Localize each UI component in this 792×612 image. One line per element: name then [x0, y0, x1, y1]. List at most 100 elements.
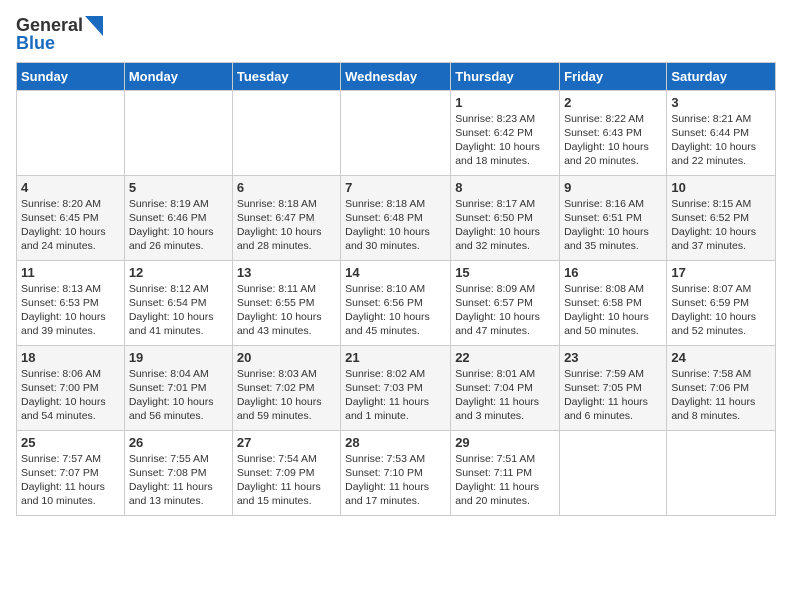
header-monday: Monday	[124, 62, 232, 90]
day-number: 12	[129, 265, 228, 280]
week-row-2: 11 Sunrise: 8:13 AM Sunset: 6:53 PM Dayli…	[17, 260, 776, 345]
day-info: Sunrise: 8:22 AM Sunset: 6:43 PM Dayligh…	[564, 112, 662, 169]
day-info: Sunrise: 8:11 AM Sunset: 6:55 PM Dayligh…	[237, 282, 336, 339]
day-number: 6	[237, 180, 336, 195]
day-info: Sunrise: 7:54 AM Sunset: 7:09 PM Dayligh…	[237, 452, 336, 509]
day-number: 13	[237, 265, 336, 280]
calendar-cell: 9Sunrise: 8:16 AM Sunset: 6:51 PM Daylig…	[560, 175, 667, 260]
day-info: Sunrise: 8:15 AM Sunset: 6:52 PM Dayligh…	[671, 197, 771, 254]
day-info: Sunrise: 8:18 AM Sunset: 6:48 PM Dayligh…	[345, 197, 446, 254]
day-number: 29	[455, 435, 555, 450]
week-row-3: 18 Sunrise: 8:06 AM Sunset: 7:00 PM Dayli…	[17, 345, 776, 430]
day-number: 17	[671, 265, 771, 280]
day-info: Sunrise: 7:51 AM Sunset: 7:11 PM Dayligh…	[455, 452, 555, 509]
day-number: 15	[455, 265, 555, 280]
day-number: 24	[671, 350, 771, 365]
day-info: Sunrise: 8:08 AM Sunset: 6:58 PM Dayligh…	[564, 282, 662, 339]
calendar-cell: 27 Sunrise: 7:54 AM Sunset: 7:09 PM Dayli…	[232, 430, 340, 515]
day-number: 11	[21, 265, 120, 280]
logo-arrow-icon	[85, 16, 103, 36]
calendar-cell	[667, 430, 776, 515]
day-info: Sunrise: 8:18 AM Sunset: 6:47 PM Dayligh…	[237, 197, 336, 254]
week-row-0: 1 Sunrise: 8:23 AM Sunset: 6:42 PM Daylig…	[17, 90, 776, 175]
calendar-cell	[560, 430, 667, 515]
day-info: Sunrise: 8:02 AM Sunset: 7:03 PM Dayligh…	[345, 367, 446, 424]
header: General Blue	[16, 16, 776, 54]
calendar-cell: 12 Sunrise: 8:12 AM Sunset: 6:54 PM Dayli…	[124, 260, 232, 345]
header-tuesday: Tuesday	[232, 62, 340, 90]
calendar-cell	[232, 90, 340, 175]
day-info: Sunrise: 8:20 AM Sunset: 6:45 PM Dayligh…	[21, 197, 120, 254]
day-number: 5	[129, 180, 228, 195]
day-info: Sunrise: 8:10 AM Sunset: 6:56 PM Dayligh…	[345, 282, 446, 339]
day-number: 8	[455, 180, 555, 195]
calendar-cell: 29 Sunrise: 7:51 AM Sunset: 7:11 PM Dayli…	[451, 430, 560, 515]
calendar-cell: 24Sunrise: 7:58 AM Sunset: 7:06 PM Dayli…	[667, 345, 776, 430]
header-friday: Friday	[560, 62, 667, 90]
calendar-cell: 6 Sunrise: 8:18 AM Sunset: 6:47 PM Daylig…	[232, 175, 340, 260]
calendar-header-row: SundayMondayTuesdayWednesdayThursdayFrid…	[17, 62, 776, 90]
calendar-cell: 17 Sunrise: 8:07 AM Sunset: 6:59 PM Dayli…	[667, 260, 776, 345]
day-number: 7	[345, 180, 446, 195]
header-saturday: Saturday	[667, 62, 776, 90]
day-info: Sunrise: 7:57 AM Sunset: 7:07 PM Dayligh…	[21, 452, 120, 509]
day-number: 16	[564, 265, 662, 280]
calendar-cell: 3 Sunrise: 8:21 AM Sunset: 6:44 PM Daylig…	[667, 90, 776, 175]
day-number: 18	[21, 350, 120, 365]
calendar-cell: 1 Sunrise: 8:23 AM Sunset: 6:42 PM Daylig…	[451, 90, 560, 175]
calendar-cell: 16 Sunrise: 8:08 AM Sunset: 6:58 PM Dayli…	[560, 260, 667, 345]
day-number: 9	[564, 180, 662, 195]
week-row-1: 4 Sunrise: 8:20 AM Sunset: 6:45 PM Daylig…	[17, 175, 776, 260]
day-info: Sunrise: 7:59 AM Sunset: 7:05 PM Dayligh…	[564, 367, 662, 424]
calendar-cell: 22 Sunrise: 8:01 AM Sunset: 7:04 PM Dayli…	[451, 345, 560, 430]
day-number: 22	[455, 350, 555, 365]
calendar-cell: 10Sunrise: 8:15 AM Sunset: 6:52 PM Dayli…	[667, 175, 776, 260]
day-info: Sunrise: 8:13 AM Sunset: 6:53 PM Dayligh…	[21, 282, 120, 339]
calendar-cell: 4 Sunrise: 8:20 AM Sunset: 6:45 PM Daylig…	[17, 175, 125, 260]
calendar-cell: 21 Sunrise: 8:02 AM Sunset: 7:03 PM Dayli…	[341, 345, 451, 430]
day-info: Sunrise: 8:17 AM Sunset: 6:50 PM Dayligh…	[455, 197, 555, 254]
day-info: Sunrise: 8:01 AM Sunset: 7:04 PM Dayligh…	[455, 367, 555, 424]
day-info: Sunrise: 8:07 AM Sunset: 6:59 PM Dayligh…	[671, 282, 771, 339]
calendar-cell: 7 Sunrise: 8:18 AM Sunset: 6:48 PM Daylig…	[341, 175, 451, 260]
calendar-cell: 15 Sunrise: 8:09 AM Sunset: 6:57 PM Dayli…	[451, 260, 560, 345]
calendar-cell	[124, 90, 232, 175]
day-number: 14	[345, 265, 446, 280]
day-info: Sunrise: 8:12 AM Sunset: 6:54 PM Dayligh…	[129, 282, 228, 339]
calendar-cell: 5 Sunrise: 8:19 AM Sunset: 6:46 PM Daylig…	[124, 175, 232, 260]
day-number: 3	[671, 95, 771, 110]
calendar-cell: 25 Sunrise: 7:57 AM Sunset: 7:07 PM Dayli…	[17, 430, 125, 515]
day-number: 25	[21, 435, 120, 450]
logo: General Blue	[16, 16, 103, 54]
day-info: Sunrise: 8:09 AM Sunset: 6:57 PM Dayligh…	[455, 282, 555, 339]
calendar-cell: 20Sunrise: 8:03 AM Sunset: 7:02 PM Dayli…	[232, 345, 340, 430]
calendar-cell: 14 Sunrise: 8:10 AM Sunset: 6:56 PM Dayli…	[341, 260, 451, 345]
day-info: Sunrise: 8:21 AM Sunset: 6:44 PM Dayligh…	[671, 112, 771, 169]
calendar-cell: 28 Sunrise: 7:53 AM Sunset: 7:10 PM Dayli…	[341, 430, 451, 515]
header-sunday: Sunday	[17, 62, 125, 90]
day-info: Sunrise: 8:03 AM Sunset: 7:02 PM Dayligh…	[237, 367, 336, 424]
day-info: Sunrise: 7:53 AM Sunset: 7:10 PM Dayligh…	[345, 452, 446, 509]
calendar-cell: 19Sunrise: 8:04 AM Sunset: 7:01 PM Dayli…	[124, 345, 232, 430]
calendar-cell: 8 Sunrise: 8:17 AM Sunset: 6:50 PM Daylig…	[451, 175, 560, 260]
day-info: Sunrise: 8:23 AM Sunset: 6:42 PM Dayligh…	[455, 112, 555, 169]
day-number: 1	[455, 95, 555, 110]
day-number: 23	[564, 350, 662, 365]
day-number: 28	[345, 435, 446, 450]
day-number: 26	[129, 435, 228, 450]
calendar-cell: 2Sunrise: 8:22 AM Sunset: 6:43 PM Daylig…	[560, 90, 667, 175]
day-info: Sunrise: 8:06 AM Sunset: 7:00 PM Dayligh…	[21, 367, 120, 424]
calendar-cell: 11 Sunrise: 8:13 AM Sunset: 6:53 PM Dayli…	[17, 260, 125, 345]
day-number: 27	[237, 435, 336, 450]
header-wednesday: Wednesday	[341, 62, 451, 90]
calendar-cell: 23 Sunrise: 7:59 AM Sunset: 7:05 PM Dayli…	[560, 345, 667, 430]
calendar-table: SundayMondayTuesdayWednesdayThursdayFrid…	[16, 62, 776, 516]
day-number: 4	[21, 180, 120, 195]
day-number: 21	[345, 350, 446, 365]
calendar-cell	[341, 90, 451, 175]
calendar-cell: 26Sunrise: 7:55 AM Sunset: 7:08 PM Dayli…	[124, 430, 232, 515]
calendar-cell: 18 Sunrise: 8:06 AM Sunset: 7:00 PM Dayli…	[17, 345, 125, 430]
calendar-cell	[17, 90, 125, 175]
day-info: Sunrise: 8:19 AM Sunset: 6:46 PM Dayligh…	[129, 197, 228, 254]
day-info: Sunrise: 8:04 AM Sunset: 7:01 PM Dayligh…	[129, 367, 228, 424]
